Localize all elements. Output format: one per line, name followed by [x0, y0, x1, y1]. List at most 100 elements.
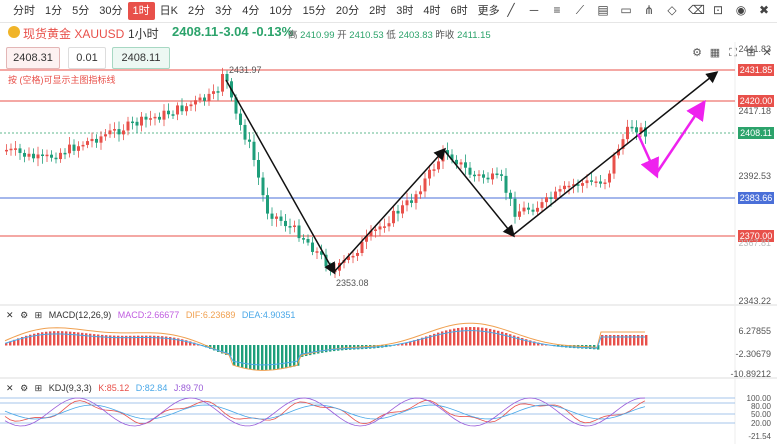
candle-body	[216, 91, 220, 93]
candle-body	[261, 177, 265, 196]
settings-icon[interactable]: ⚙	[20, 383, 28, 393]
candle-body	[63, 152, 67, 155]
candle-body	[410, 200, 413, 203]
candle-body	[275, 216, 278, 219]
kdj-axis-label: 20.00	[750, 419, 771, 428]
candle-body	[599, 181, 602, 184]
settings-icon[interactable]: ⚙	[20, 310, 28, 320]
arrow-down-2	[443, 149, 515, 238]
macd-bar	[233, 345, 236, 366]
macd-bar	[49, 331, 52, 346]
macd-bar	[329, 345, 332, 352]
candle-body	[518, 211, 521, 217]
macd-histogram	[5, 327, 648, 371]
dif-value: DIF:6.23689	[185, 310, 236, 320]
candle-body	[432, 169, 436, 171]
candle-body	[527, 207, 530, 210]
price-chart[interactable]: 2431.97 2353.08	[0, 0, 777, 444]
candle-body	[567, 185, 571, 188]
macd-bar	[269, 345, 272, 371]
candle-body	[54, 157, 58, 160]
candle-body	[612, 155, 616, 174]
candle-body	[162, 110, 166, 120]
candle-body	[563, 185, 566, 190]
macd-bar	[61, 331, 64, 346]
macd-bar	[485, 328, 488, 346]
macd-bar	[81, 332, 84, 346]
macd-bar	[85, 333, 88, 346]
candle-body	[212, 91, 215, 94]
macd-bar	[333, 345, 336, 352]
macd-bar	[481, 327, 484, 346]
close-icon[interactable]: ✕	[6, 383, 14, 393]
close-icon[interactable]: ✕	[6, 310, 14, 320]
candle-body	[293, 225, 296, 228]
kdj-header: ✕ ⚙ ⊞ KDJ(9,3,3) K:85.12 D:82.84 J:89.70	[6, 383, 207, 394]
magenta-arrow-down	[636, 133, 659, 179]
kdj-title: KDJ(9,3,3)	[48, 383, 92, 393]
candle-body	[14, 148, 17, 150]
candle-body	[581, 183, 584, 186]
candle-body	[9, 148, 13, 151]
candle-body	[500, 174, 503, 176]
macd-value: MACD:2.66677	[117, 310, 180, 320]
macd-bar	[237, 345, 240, 367]
candle-body	[383, 226, 386, 228]
candle-body	[297, 225, 301, 239]
candle-body	[59, 152, 62, 160]
candle-body	[189, 104, 193, 107]
j-value: J:89.70	[173, 383, 204, 393]
candle-body	[545, 197, 548, 203]
candle-body	[149, 118, 152, 120]
candle-body	[311, 242, 314, 252]
candle-body	[428, 169, 431, 179]
candle-body	[176, 105, 179, 115]
high-annotation: 2431.97	[229, 65, 262, 75]
candle-body	[45, 154, 49, 157]
macd-bar	[89, 333, 92, 346]
candle-body	[207, 93, 211, 101]
candle-body	[248, 139, 251, 142]
candle-body	[41, 154, 44, 157]
macd-bar	[461, 327, 464, 346]
candle-body	[180, 105, 184, 112]
candle-body	[18, 148, 22, 153]
expand-icon[interactable]: ⊞	[35, 310, 43, 320]
candle-body	[522, 207, 526, 212]
candle-body	[509, 192, 512, 199]
macd-axis-label: -10.89212	[730, 369, 771, 379]
candle-body	[590, 180, 593, 182]
j-line	[4, 397, 646, 427]
expand-icon[interactable]: ⊞	[35, 383, 43, 393]
candle-body	[387, 223, 391, 227]
candle-body	[360, 241, 364, 254]
macd-bar	[261, 345, 264, 371]
candle-body	[392, 210, 395, 224]
macd-bar	[457, 327, 460, 346]
candle-body	[72, 144, 76, 151]
level-label: 2431.85	[738, 64, 774, 76]
candle-body	[513, 198, 517, 217]
candle-body	[243, 124, 247, 140]
candle-body	[198, 97, 202, 101]
macd-bar	[289, 345, 292, 368]
axis-label: 2343.22	[738, 296, 771, 306]
candle-body	[536, 207, 539, 212]
candle-body	[473, 174, 476, 177]
candle-body	[194, 100, 197, 105]
candle-body	[558, 189, 562, 192]
candle-body	[5, 149, 8, 152]
candle-body	[77, 146, 80, 151]
candle-body	[482, 174, 485, 178]
macd-title: MACD(12,26,9)	[48, 310, 112, 320]
candle-body	[396, 210, 400, 214]
macd-bar	[497, 330, 500, 346]
candle-body	[36, 154, 40, 159]
candle-body	[504, 175, 508, 193]
candle-body	[126, 121, 130, 131]
macd-bar	[277, 345, 280, 370]
candle-body	[486, 177, 490, 180]
candle-body	[554, 191, 557, 199]
macd-bar	[285, 345, 288, 369]
candle-body	[158, 116, 161, 120]
